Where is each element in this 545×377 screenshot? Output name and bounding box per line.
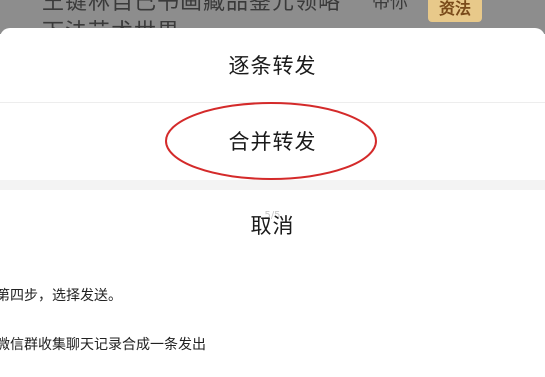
highlight-ellipse-shape xyxy=(165,102,377,180)
forward-one-by-one-button[interactable]: 逐条转发 xyxy=(0,40,545,92)
cancel-button[interactable]: 取消 xyxy=(0,200,545,252)
caption-text: 微信群收集聊天记录合成一条发出 xyxy=(0,337,206,353)
highlight-ellipse xyxy=(165,102,377,180)
step-four-instruction: 第四步，选择发送。 xyxy=(0,288,122,304)
background-article-author: 带你 xyxy=(372,0,408,13)
background-article-badge: 资法 xyxy=(428,0,482,22)
